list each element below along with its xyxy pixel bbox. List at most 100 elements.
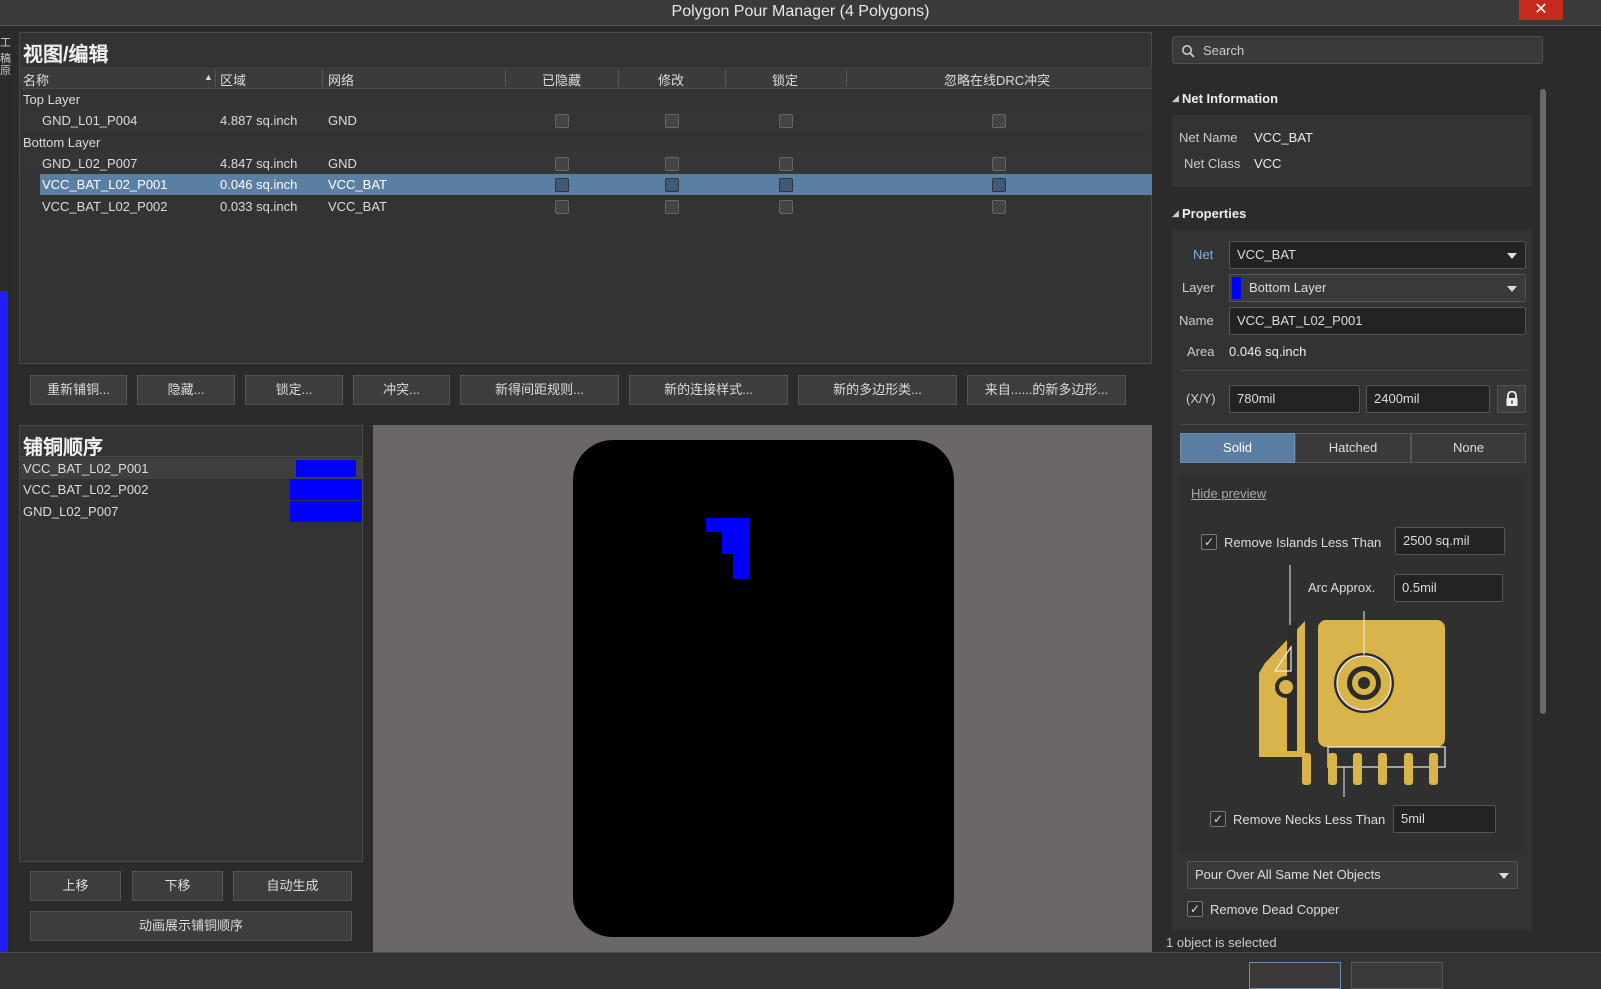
- board-outline: [573, 440, 954, 937]
- col-name[interactable]: 名称: [23, 70, 49, 89]
- net-dropdown-value: VCC_BAT: [1237, 247, 1296, 262]
- locked-checkbox[interactable]: [779, 114, 793, 128]
- new-polygon-class-button[interactable]: 新的多边形类...: [798, 375, 957, 405]
- move-up-button[interactable]: 上移: [30, 871, 121, 901]
- net-info-box: [1172, 115, 1532, 187]
- polygon-name: VCC_BAT_L02_P001: [42, 177, 168, 192]
- remove-islands-field[interactable]: 2500 sq.mil: [1395, 527, 1505, 555]
- ignore-drc-checkbox[interactable]: [992, 114, 1006, 128]
- close-button[interactable]: ✕: [1519, 0, 1563, 20]
- selected-polygon-shape: [706, 518, 749, 579]
- x-field[interactable]: 780mil: [1229, 385, 1360, 413]
- hidden-checkbox[interactable]: [555, 200, 569, 214]
- net-name-value: VCC_BAT: [1254, 130, 1313, 145]
- name-field[interactable]: VCC_BAT_L02_P001: [1229, 307, 1526, 335]
- new-polygon-from-button[interactable]: 来自......的新多边形...: [967, 375, 1126, 405]
- locked-checkbox[interactable]: [779, 157, 793, 171]
- remove-necks-field[interactable]: 5mil: [1393, 805, 1496, 833]
- sort-up-icon: ▲: [204, 72, 213, 82]
- scrollbar-thumb[interactable]: [1540, 89, 1546, 714]
- animate-pour-order-button[interactable]: 动画展示铺铜顺序: [30, 911, 352, 941]
- fill-mode-hatched[interactable]: Hatched: [1295, 433, 1411, 463]
- cancel-button[interactable]: [1351, 962, 1443, 989]
- lock-position-button[interactable]: [1497, 385, 1526, 413]
- collapse-triangle-icon[interactable]: ◢: [1172, 93, 1179, 104]
- table-row-selected[interactable]: VCC_BAT_L02_P001 0.046 sq.inch VCC_BAT: [40, 174, 1152, 195]
- list-item[interactable]: GND_L02_P007: [21, 501, 362, 522]
- col-ignore-drc[interactable]: 忽略在线DRC冲突: [944, 70, 1050, 89]
- ignore-drc-checkbox[interactable]: [992, 157, 1006, 171]
- modify-checkbox[interactable]: [665, 200, 679, 214]
- locked-checkbox[interactable]: [779, 178, 793, 192]
- new-clearance-rule-button[interactable]: 新得间距规则...: [460, 375, 619, 405]
- list-item[interactable]: VCC_BAT_L02_P001: [21, 458, 362, 479]
- polygon-area: 4.887 sq.inch: [220, 113, 298, 128]
- hide-button[interactable]: 隐藏...: [137, 375, 235, 405]
- modify-checkbox[interactable]: [665, 157, 679, 171]
- move-down-button[interactable]: 下移: [132, 871, 223, 901]
- collapse-triangle-icon[interactable]: ◢: [1172, 208, 1179, 219]
- list-item[interactable]: VCC_BAT_L02_P002: [21, 479, 362, 500]
- net-dropdown[interactable]: VCC_BAT: [1229, 241, 1526, 269]
- locked-checkbox[interactable]: [779, 200, 793, 214]
- search-box[interactable]: Search: [1172, 36, 1543, 64]
- group-row-bottom-layer[interactable]: Bottom Layer: [21, 132, 1152, 153]
- table-row[interactable]: GND_L02_P007 4.847 sq.inch GND: [21, 153, 1152, 174]
- hidden-checkbox[interactable]: [555, 157, 569, 171]
- ignore-drc-checkbox[interactable]: [992, 200, 1006, 214]
- status-text: 1 object is selected: [1166, 935, 1277, 950]
- polygon-name: GND_L01_P004: [42, 113, 138, 128]
- net-info-title[interactable]: Net Information: [1182, 91, 1278, 106]
- window-title: Polygon Pour Manager (4 Polygons): [671, 3, 930, 20]
- col-area[interactable]: 区域: [220, 70, 246, 89]
- remove-necks-checkbox[interactable]: ✓: [1210, 811, 1226, 827]
- hidden-checkbox[interactable]: [555, 178, 569, 192]
- pour-over-value: Pour Over All Same Net Objects: [1195, 867, 1381, 882]
- divider: [1180, 424, 1526, 425]
- pour-over-dropdown[interactable]: Pour Over All Same Net Objects: [1187, 861, 1518, 889]
- divider: [20, 456, 362, 457]
- y-field[interactable]: 2400mil: [1366, 385, 1490, 413]
- modify-checkbox[interactable]: [665, 178, 679, 192]
- pour-settings-diagram-icon: [1259, 565, 1446, 797]
- hide-preview-link[interactable]: Hide preview: [1191, 486, 1266, 501]
- divider: [1180, 370, 1526, 371]
- col-net[interactable]: 网络: [328, 70, 354, 89]
- ignore-drc-checkbox[interactable]: [992, 178, 1006, 192]
- right-edge: [1593, 26, 1601, 989]
- table-row[interactable]: VCC_BAT_L02_P002 0.033 sq.inch VCC_BAT: [21, 196, 1152, 217]
- layer-dropdown[interactable]: Bottom Layer: [1229, 274, 1526, 302]
- hidden-checkbox[interactable]: [555, 114, 569, 128]
- repour-button[interactable]: 重新铺铜...: [30, 375, 127, 405]
- col-modify[interactable]: 修改: [658, 70, 684, 89]
- net-label: Net: [1193, 247, 1214, 262]
- col-locked[interactable]: 锁定: [772, 70, 798, 89]
- modify-checkbox[interactable]: [665, 114, 679, 128]
- fill-mode-none[interactable]: None: [1411, 433, 1526, 463]
- net-name-label: Net Name: [1179, 130, 1238, 145]
- group-row-top-layer[interactable]: Top Layer: [21, 89, 1152, 110]
- remove-dead-copper-checkbox[interactable]: ✓: [1187, 901, 1203, 917]
- new-connect-style-button[interactable]: 新的连接样式...: [629, 375, 788, 405]
- lock-button[interactable]: 锁定...: [245, 375, 343, 405]
- chevron-down-icon: [1507, 253, 1517, 259]
- pour-order-name: GND_L02_P007: [23, 504, 119, 519]
- table-row[interactable]: GND_L01_P004 4.887 sq.inch GND: [21, 110, 1152, 131]
- layer-color-swatch: [1232, 277, 1241, 299]
- table-header: 名称 ▲ 区域 网络 已隐藏 修改 锁定 忽略在线DRC冲突: [21, 67, 1152, 89]
- auto-generate-button[interactable]: 自动生成: [233, 871, 352, 901]
- fill-mode-solid[interactable]: Solid: [1180, 433, 1295, 463]
- polygon-net: GND: [328, 156, 357, 171]
- col-separator: [322, 69, 323, 87]
- col-hidden[interactable]: 已隐藏: [542, 70, 581, 89]
- ok-button[interactable]: [1249, 962, 1341, 989]
- left-edge: 工稿 原: [0, 26, 11, 989]
- conflict-button[interactable]: 冲突...: [353, 375, 450, 405]
- polygon-area: 0.046 sq.inch: [220, 177, 298, 192]
- remove-dead-copper-label: Remove Dead Copper: [1210, 902, 1340, 917]
- remove-islands-checkbox[interactable]: ✓: [1201, 534, 1217, 550]
- properties-title[interactable]: Properties: [1182, 206, 1246, 221]
- group-label: Top Layer: [23, 92, 81, 107]
- scrollbar[interactable]: [1538, 75, 1548, 930]
- col-separator: [846, 69, 847, 87]
